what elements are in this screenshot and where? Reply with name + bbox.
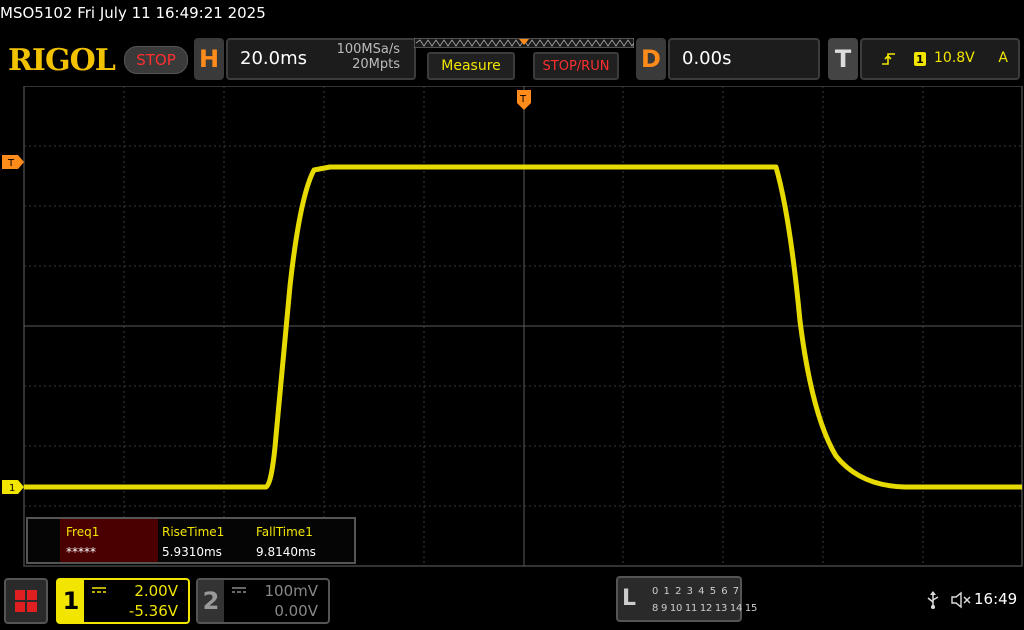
trigger-mode: A	[998, 50, 1008, 66]
delay-menu-button[interactable]: D	[636, 38, 666, 80]
acquisition-info: 100MSa/s 20Mpts	[337, 42, 400, 72]
measure-button[interactable]: Measure	[427, 52, 515, 80]
channel2-offset: 0.00V	[274, 602, 318, 620]
measurement-name: Freq1	[66, 525, 100, 539]
measurement-value: 9.8140ms	[256, 545, 316, 559]
waveform-display[interactable]	[0, 86, 1024, 568]
channel1-number: 1	[58, 580, 84, 622]
timebase-value: 20.0ms	[240, 48, 307, 69]
channel1-ground-marker[interactable]: 1	[2, 480, 24, 494]
title-bar: MSO5102 Fri July 11 16:49:21 2025	[0, 4, 266, 22]
dc-coupling-icon	[232, 587, 246, 593]
channel1-offset: -5.36V	[128, 602, 178, 620]
measurement-value: 5.9310ms	[162, 545, 222, 559]
rising-edge-icon	[882, 53, 895, 65]
delay-value: 0.00s	[682, 48, 732, 69]
main-menu-button[interactable]	[4, 578, 48, 624]
menu-grid-icon	[15, 590, 37, 612]
measurement-falltime1[interactable]: FallTime1 9.8140ms	[250, 519, 350, 562]
trigger-menu-button[interactable]: T	[828, 38, 858, 80]
run-state-badge[interactable]: STOP	[124, 46, 188, 74]
trigger-position-marker[interactable]: T	[517, 90, 531, 110]
measurement-freq1[interactable]: Freq1 *****	[60, 519, 158, 562]
logic-analyzer-letter: L	[622, 586, 637, 611]
memory-depth: 20Mpts	[352, 57, 400, 72]
logic-channels-row-2: 8 9 10 11 12 13 14 15	[652, 603, 758, 614]
logic-channels-row-1: 0 1 2 3 4 5 6 7	[652, 586, 741, 597]
channel2-settings[interactable]: 2 100mV 0.00V	[196, 578, 330, 624]
channel2-scale: 100mV	[264, 582, 318, 600]
measurement-risetime1[interactable]: RiseTime1 5.9310ms	[156, 519, 252, 562]
measurement-name: FallTime1	[256, 525, 313, 539]
channel2-number: 2	[198, 580, 224, 622]
horizontal-panel[interactable]: 20.0ms 100MSa/s 20Mpts	[226, 38, 416, 80]
sample-rate: 100MSa/s	[336, 42, 400, 57]
horizontal-menu-button[interactable]: H	[194, 38, 224, 80]
system-clock: 16:49	[974, 590, 1018, 608]
logic-analyzer-channels[interactable]: L 0 1 2 3 4 5 6 7 8 9 10 11 12 13 14 15	[616, 576, 757, 622]
speaker-muted-icon[interactable]	[950, 590, 972, 610]
channel1-ground-marker-label: 1	[9, 483, 15, 494]
measurement-name: RiseTime1	[162, 525, 225, 539]
stop-run-button[interactable]: STOP/RUN	[533, 52, 619, 80]
trigger-level-marker-label: T	[7, 158, 15, 169]
trigger-source-badge: 1	[914, 52, 926, 66]
dc-coupling-icon	[92, 587, 106, 593]
trigger-level-marker[interactable]: T	[2, 155, 24, 169]
trigger-level-value: 10.8V	[934, 50, 975, 66]
measurement-results[interactable]: Freq1 ***** RiseTime1 5.9310ms FallTime1…	[26, 517, 356, 564]
channel1-scale: 2.00V	[134, 582, 178, 600]
memory-position-bar	[414, 38, 634, 48]
usb-icon	[927, 591, 939, 609]
trigger-panel[interactable]: 1 10.8V A	[860, 38, 1020, 80]
trigger-position-marker-label: T	[519, 94, 527, 105]
measurement-value: *****	[66, 545, 96, 559]
channel1-settings[interactable]: 1 2.00V -5.36V	[56, 578, 190, 624]
brand-logo: RIGOL	[8, 43, 116, 78]
delay-panel[interactable]: 0.00s	[668, 38, 820, 80]
